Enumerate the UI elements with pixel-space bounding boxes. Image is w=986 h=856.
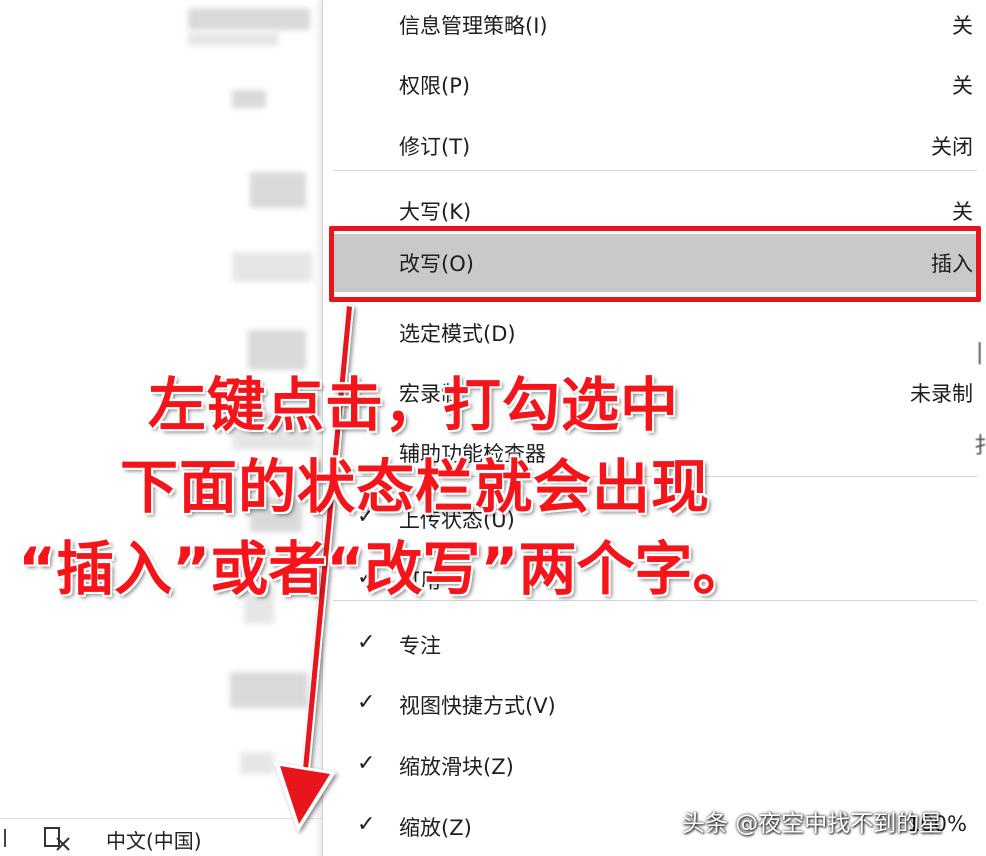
menu-item-value: 关闭 bbox=[931, 135, 973, 159]
status-bar: 中文(中国) bbox=[0, 818, 322, 856]
check-icon: ✓ bbox=[357, 690, 376, 715]
menu-item-label: 权限(P) bbox=[399, 74, 471, 98]
watermark: 头条 @夜空中找不到的星 bbox=[682, 811, 943, 837]
menu-item-label: 选定模式(D) bbox=[399, 322, 516, 346]
menu-item-label: 信息管理策略(I) bbox=[399, 14, 548, 38]
menu-item-info-policy[interactable]: 信息管理策略(I) 关 bbox=[323, 0, 986, 54]
menu-separator bbox=[333, 170, 977, 171]
language-status[interactable]: 中文(中国) bbox=[106, 825, 202, 854]
menu-item-permissions[interactable]: 权限(P) 关 bbox=[323, 56, 986, 114]
status-bar-divider bbox=[4, 829, 6, 847]
menu-item-track-changes[interactable]: 修订(T) 关闭 bbox=[323, 117, 986, 175]
check-icon: ✓ bbox=[357, 812, 376, 837]
menu-item-label: 专注 bbox=[399, 634, 441, 658]
menu-item-value: 关 bbox=[952, 200, 973, 224]
menu-item-focus[interactable]: ✓ 专注 bbox=[323, 616, 986, 674]
check-icon: ✓ bbox=[357, 751, 376, 776]
accessibility-icon[interactable] bbox=[42, 825, 72, 851]
menu-item-label: 缩放滑块(Z) bbox=[399, 755, 514, 779]
menu-item-selection-mode[interactable]: 选定模式(D) bbox=[323, 304, 986, 362]
menu-item-label: 大写(K) bbox=[399, 200, 472, 224]
menu-item-label: 缩放(Z) bbox=[399, 816, 472, 840]
menu-item-value: 未录制 bbox=[910, 382, 973, 406]
edge-fragment: | bbox=[976, 340, 984, 365]
highlight-frame bbox=[329, 226, 981, 302]
edge-fragment: 扌 bbox=[974, 434, 986, 459]
check-icon: ✓ bbox=[357, 630, 376, 655]
menu-item-label: 修订(T) bbox=[399, 135, 471, 159]
menu-item-value: 关 bbox=[952, 74, 973, 98]
annotation-line-1: 左键点击，打勾选中 bbox=[148, 371, 680, 439]
menu-item-view-shortcuts[interactable]: ✓ 视图快捷方式(V) bbox=[323, 676, 986, 734]
screenshot-root: 中文(中国) 信息管理策略(I) 关 权限(P) 关 修订(T) 关闭 大写(K… bbox=[0, 0, 986, 856]
menu-item-label: 视图快捷方式(V) bbox=[399, 694, 556, 718]
annotation-line-3: “插入”或者“改写”两个字。 bbox=[18, 535, 751, 603]
annotation-line-2: 下面的状态栏就会出现 bbox=[120, 453, 711, 521]
menu-item-zoom-slider[interactable]: ✓ 缩放滑块(Z) bbox=[323, 737, 986, 795]
menu-item-value: 关 bbox=[952, 14, 973, 38]
